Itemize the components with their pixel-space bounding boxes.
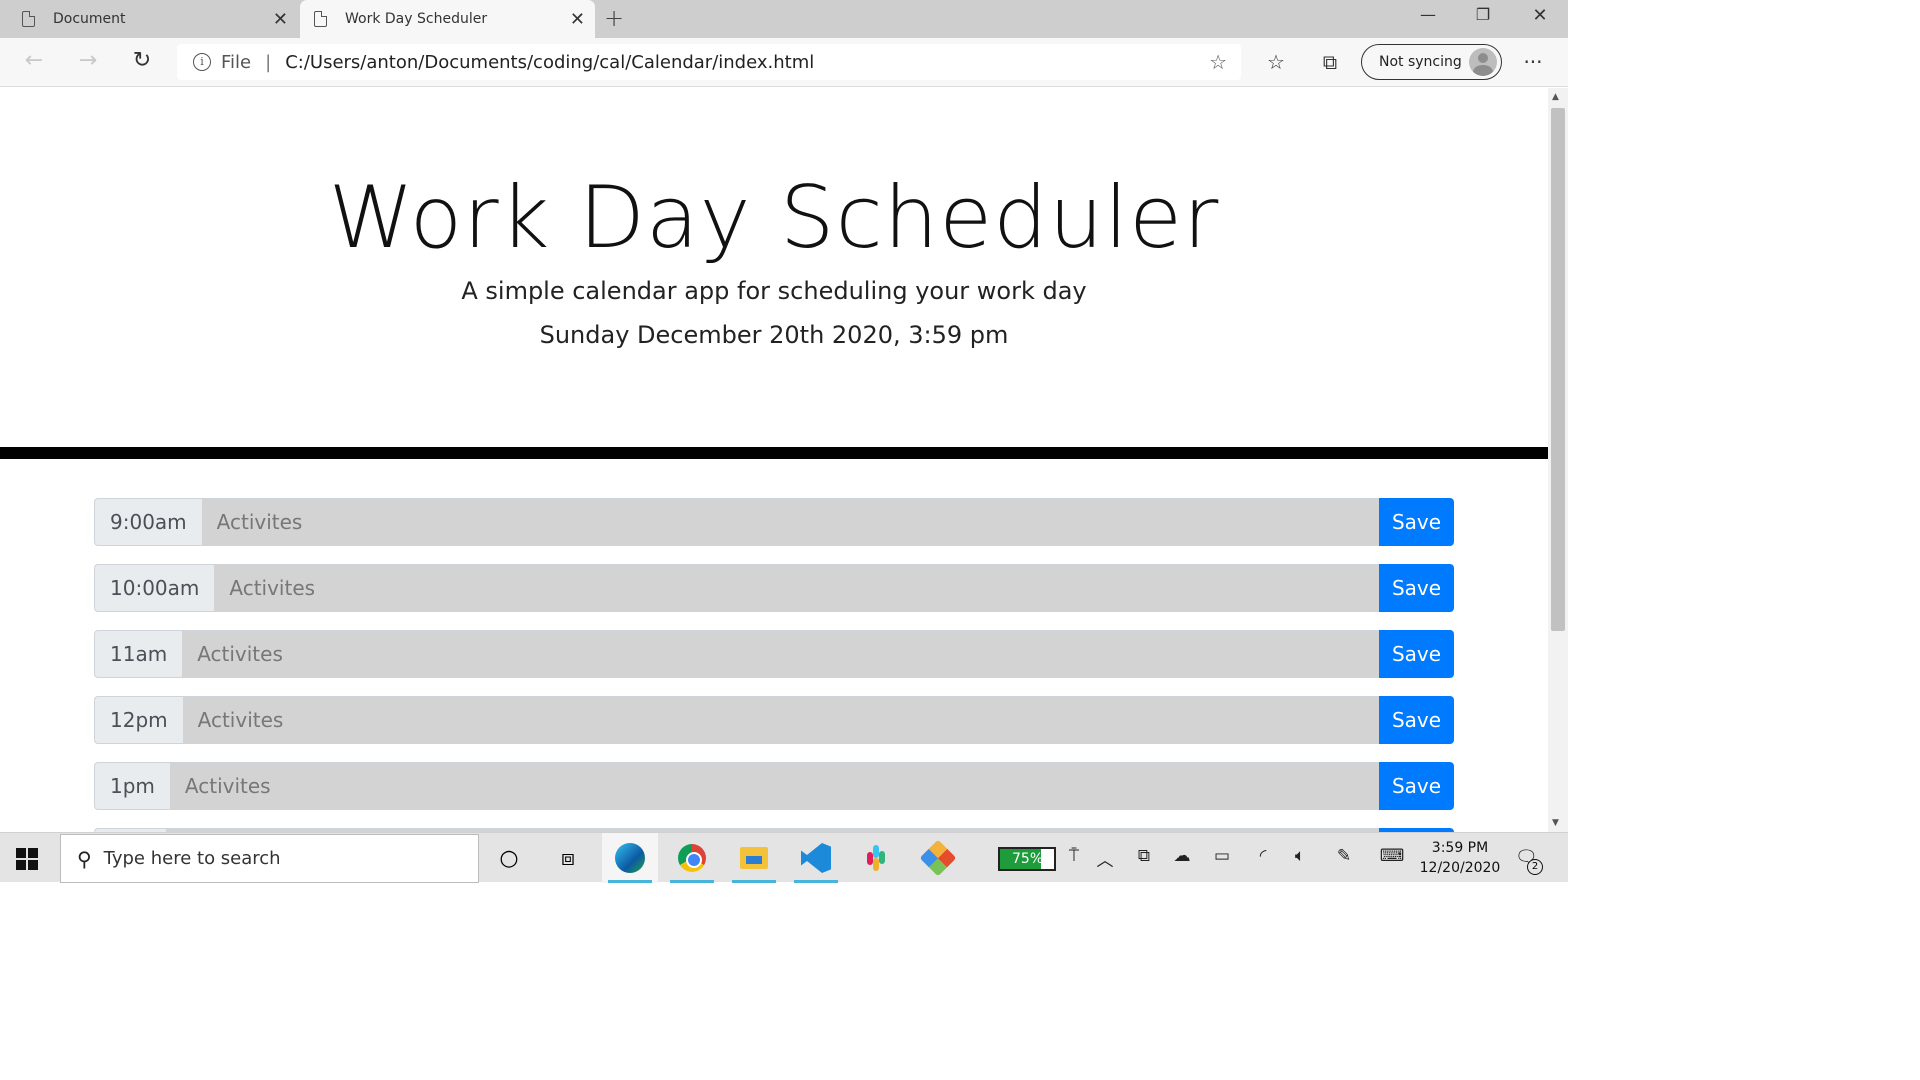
url-text[interactable]: C:/Users/anton/Documents/coding/cal/Cale…: [285, 52, 814, 73]
onedrive-icon[interactable]: ☁: [1168, 846, 1196, 866]
battery-percent: 75%: [1012, 851, 1044, 867]
tab-label: Document: [53, 11, 126, 27]
document-icon: [22, 11, 35, 27]
activity-input[interactable]: [169, 762, 1379, 810]
hour-label: 12pm: [94, 696, 183, 744]
volume-icon[interactable]: 🔈︎: [1286, 846, 1314, 866]
more-icon[interactable]: ···: [1518, 50, 1548, 74]
taskbar: ⚲ Type here to search ○ ⧈ 75% ⍑ ︿ ⧉ ☁ ▭ …: [0, 832, 1568, 883]
tab-work-day-scheduler[interactable]: Work Day Scheduler ✕: [300, 0, 595, 38]
save-button[interactable]: Save: [1379, 762, 1454, 810]
page-title: Work Day Scheduler: [328, 168, 1220, 268]
vscode-icon[interactable]: [788, 833, 844, 883]
meet-now-icon[interactable]: ⧉: [1130, 846, 1158, 866]
current-day: Sunday December 20th 2020, 3:59 pm: [539, 321, 1009, 349]
taskbar-search[interactable]: ⚲ Type here to search: [60, 834, 479, 883]
power-plug-icon[interactable]: ⍑: [1060, 846, 1088, 866]
clock-time: 3:59 PM: [1431, 840, 1489, 856]
restore-icon[interactable]: ❐: [1463, 5, 1503, 24]
activity-input[interactable]: [201, 498, 1379, 546]
taskbar-search-placeholder: Type here to search: [103, 848, 281, 869]
scroll-thumb[interactable]: [1551, 108, 1565, 631]
new-tab-icon[interactable]: +: [604, 4, 624, 32]
profile-label: Not syncing: [1379, 54, 1462, 70]
pen-icon[interactable]: ✎: [1330, 846, 1358, 866]
activity-input[interactable]: [214, 564, 1379, 612]
address-bar[interactable]: i File | C:/Users/anton/Documents/coding…: [177, 44, 1241, 80]
notification-count: 2: [1527, 859, 1543, 875]
close-tab-icon[interactable]: ✕: [570, 9, 585, 30]
star-icon[interactable]: ☆: [1209, 50, 1227, 74]
git-icon[interactable]: [910, 833, 966, 883]
task-view-icon[interactable]: ⧈: [540, 833, 596, 883]
file-explorer-icon[interactable]: [726, 833, 782, 883]
tab-label: Work Day Scheduler: [345, 11, 488, 27]
close-tab-icon[interactable]: ✕: [273, 9, 288, 30]
tab-strip: Document ✕ Work Day Scheduler ✕ + — ❐ ✕: [0, 0, 1568, 38]
document-icon: [314, 11, 327, 27]
save-button[interactable]: Save: [1379, 498, 1454, 546]
favorites-list-icon[interactable]: ☆: [1261, 50, 1291, 74]
search-icon: ⚲: [77, 846, 92, 871]
hour-label: 10:00am: [94, 564, 215, 612]
url-separator: |: [265, 51, 272, 73]
scroll-down-icon[interactable]: ▼: [1552, 818, 1559, 828]
chrome-icon[interactable]: [664, 833, 720, 883]
battery-icon[interactable]: ▭: [1208, 846, 1236, 866]
page-scrollbar[interactable]: ▲ ▼: [1548, 88, 1568, 832]
reload-icon[interactable]: ↻: [127, 48, 157, 73]
time-block-row: 1pm Save: [94, 762, 1454, 810]
tab-document[interactable]: Document ✕: [8, 0, 298, 38]
info-icon[interactable]: i: [193, 53, 211, 71]
page-lead: A simple calendar app for scheduling you…: [461, 277, 1087, 305]
profile-button[interactable]: Not syncing: [1361, 44, 1502, 80]
windows-start-icon[interactable]: [16, 848, 38, 870]
collections-icon[interactable]: ⧉: [1315, 50, 1345, 74]
time-block-row: 9:00am Save: [94, 498, 1454, 546]
time-block-row: 10:00am Save: [94, 564, 1454, 612]
save-button[interactable]: Save: [1379, 564, 1454, 612]
time-block-list: 9:00am Save 10:00am Save 11am Save 12pm …: [94, 498, 1454, 832]
time-block-row: 12pm Save: [94, 696, 1454, 744]
edge-icon[interactable]: [602, 833, 658, 883]
touch-keyboard-icon[interactable]: ⌨︎: [1378, 846, 1406, 866]
cortana-icon[interactable]: ○: [481, 833, 537, 883]
save-button[interactable]: Save: [1379, 630, 1454, 678]
time-block-row: 11am Save: [94, 630, 1454, 678]
navigation-bar: ← → ↻ i File | C:/Users/anton/Documents/…: [0, 38, 1568, 87]
url-scheme: File: [221, 51, 252, 73]
forward-arrow-icon[interactable]: →: [73, 48, 103, 73]
avatar: [1469, 48, 1497, 76]
wifi-icon[interactable]: ◜: [1249, 846, 1277, 866]
chevron-up-icon[interactable]: ︿: [1091, 846, 1119, 871]
taskbar-clock[interactable]: 3:59 PM 12/20/2020: [1412, 838, 1508, 878]
save-button[interactable]: Save: [1379, 696, 1454, 744]
page-content: Work Day Scheduler A simple calendar app…: [0, 88, 1548, 832]
battery-meter[interactable]: 75%: [998, 847, 1056, 871]
clock-date: 12/20/2020: [1419, 860, 1501, 876]
close-window-icon[interactable]: ✕: [1520, 5, 1560, 26]
scroll-up-icon[interactable]: ▲: [1552, 92, 1559, 102]
activity-input[interactable]: [182, 630, 1379, 678]
slack-icon[interactable]: [848, 833, 904, 883]
hour-label: 9:00am: [94, 498, 202, 546]
minimize-icon[interactable]: —: [1408, 5, 1448, 24]
activity-input[interactable]: [182, 696, 1379, 744]
hour-label: 1pm: [94, 762, 170, 810]
header-divider: [0, 447, 1548, 459]
hour-label: 11am: [94, 630, 183, 678]
back-arrow-icon[interactable]: ←: [19, 48, 49, 73]
